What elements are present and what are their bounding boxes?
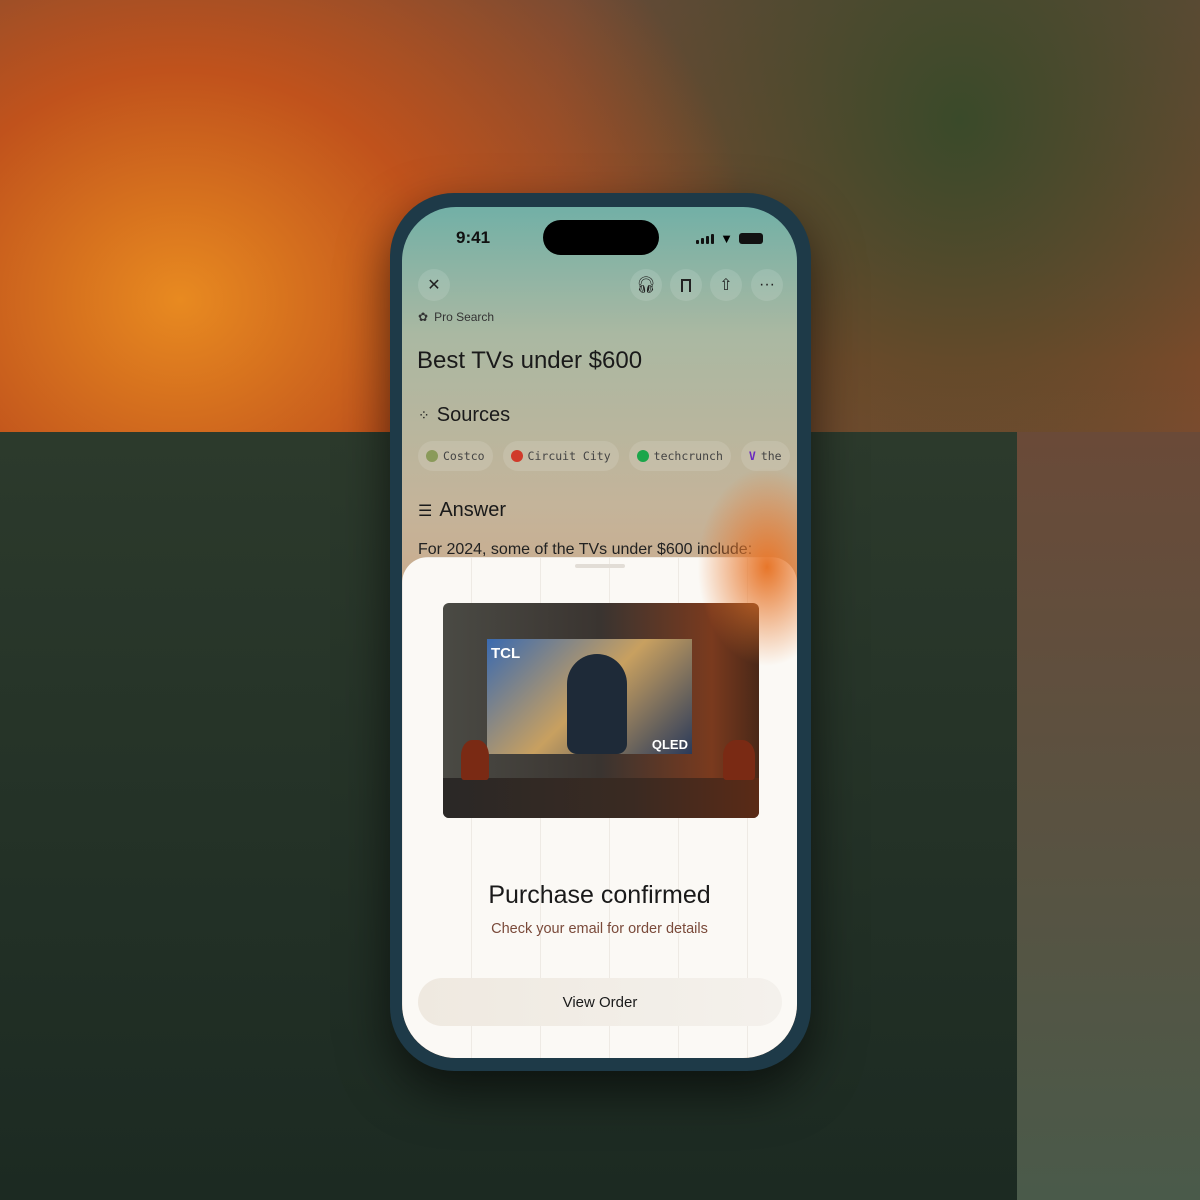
purchase-sheet: TCL QLED Purchase confirmed Check your e… — [402, 557, 797, 1058]
source-chip[interactable]: Costco — [418, 441, 493, 471]
circuit-city-icon — [510, 450, 523, 462]
vase — [461, 740, 489, 780]
techcrunch-icon — [636, 450, 649, 462]
pro-search-icon: ✿ — [418, 310, 429, 324]
tv-cabinet — [443, 778, 759, 818]
more-icon: ··· — [759, 276, 775, 293]
player-figure — [567, 654, 627, 754]
vase — [723, 740, 755, 780]
status-time: 9:41 — [456, 228, 491, 247]
wifi-icon: ▼ — [720, 231, 733, 246]
more-button[interactable]: ··· — [751, 269, 783, 301]
purchase-title: Purchase confirmed — [488, 881, 711, 909]
source-chip[interactable]: Vthe — [740, 441, 790, 471]
verge-icon: V — [748, 449, 756, 463]
close-icon: ✕ — [427, 277, 441, 294]
qled-logo: QLED — [651, 737, 688, 752]
answer-icon: ☰ — [418, 502, 433, 520]
status-icons: ▼ — [696, 231, 763, 246]
signal-icon — [696, 233, 715, 244]
sources-icon: ⁘ — [418, 407, 430, 423]
pro-search-badge: ✿ Pro Search — [418, 310, 494, 324]
headphones-icon: 🎧︎ — [635, 277, 657, 294]
pro-search-label: Pro Search — [434, 310, 495, 324]
answer-heading: ☰ Answer — [418, 499, 506, 522]
source-label: Costco — [443, 449, 485, 463]
source-chip[interactable]: techcrunch — [628, 441, 731, 471]
answer-label: Answer — [439, 499, 507, 521]
phone-frame: 9:41 ▼ ✕ 🎧︎ ⇧ ··· ✿ Pro Search Best TVs u… — [390, 193, 811, 1071]
source-label: the — [760, 449, 782, 463]
listen-button[interactable]: 🎧︎ — [630, 269, 662, 301]
purchase-subtitle: Check your email for order details — [491, 921, 708, 937]
tcl-logo: TCL — [491, 645, 521, 662]
costco-icon — [426, 450, 438, 462]
sources-heading: ⁘ Sources — [418, 404, 510, 427]
close-button[interactable]: ✕ — [418, 269, 450, 301]
background-ground — [1017, 432, 1200, 1200]
dynamic-island — [543, 220, 659, 255]
bookmark-icon — [681, 278, 691, 292]
sources-label: Sources — [436, 404, 511, 426]
product-image: TCL QLED — [443, 603, 759, 818]
source-label: techcrunch — [653, 449, 723, 463]
tv-screen: TCL QLED — [487, 639, 692, 754]
share-icon: ⇧ — [719, 277, 733, 294]
page-title: Best TVs under $600 — [417, 347, 643, 374]
sheet-grabber[interactable] — [575, 564, 625, 568]
share-button[interactable]: ⇧ — [710, 269, 742, 301]
bookmark-button[interactable] — [670, 269, 702, 301]
sources-list: Costco Circuit City techcrunch Vthe — [418, 441, 790, 471]
battery-icon — [739, 233, 763, 244]
source-label: Circuit City — [527, 449, 611, 463]
phone-screen: 9:41 ▼ ✕ 🎧︎ ⇧ ··· ✿ Pro Search Best TVs u… — [402, 207, 797, 1058]
source-chip[interactable]: Circuit City — [502, 441, 619, 471]
view-order-button[interactable]: View Order — [418, 978, 782, 1026]
